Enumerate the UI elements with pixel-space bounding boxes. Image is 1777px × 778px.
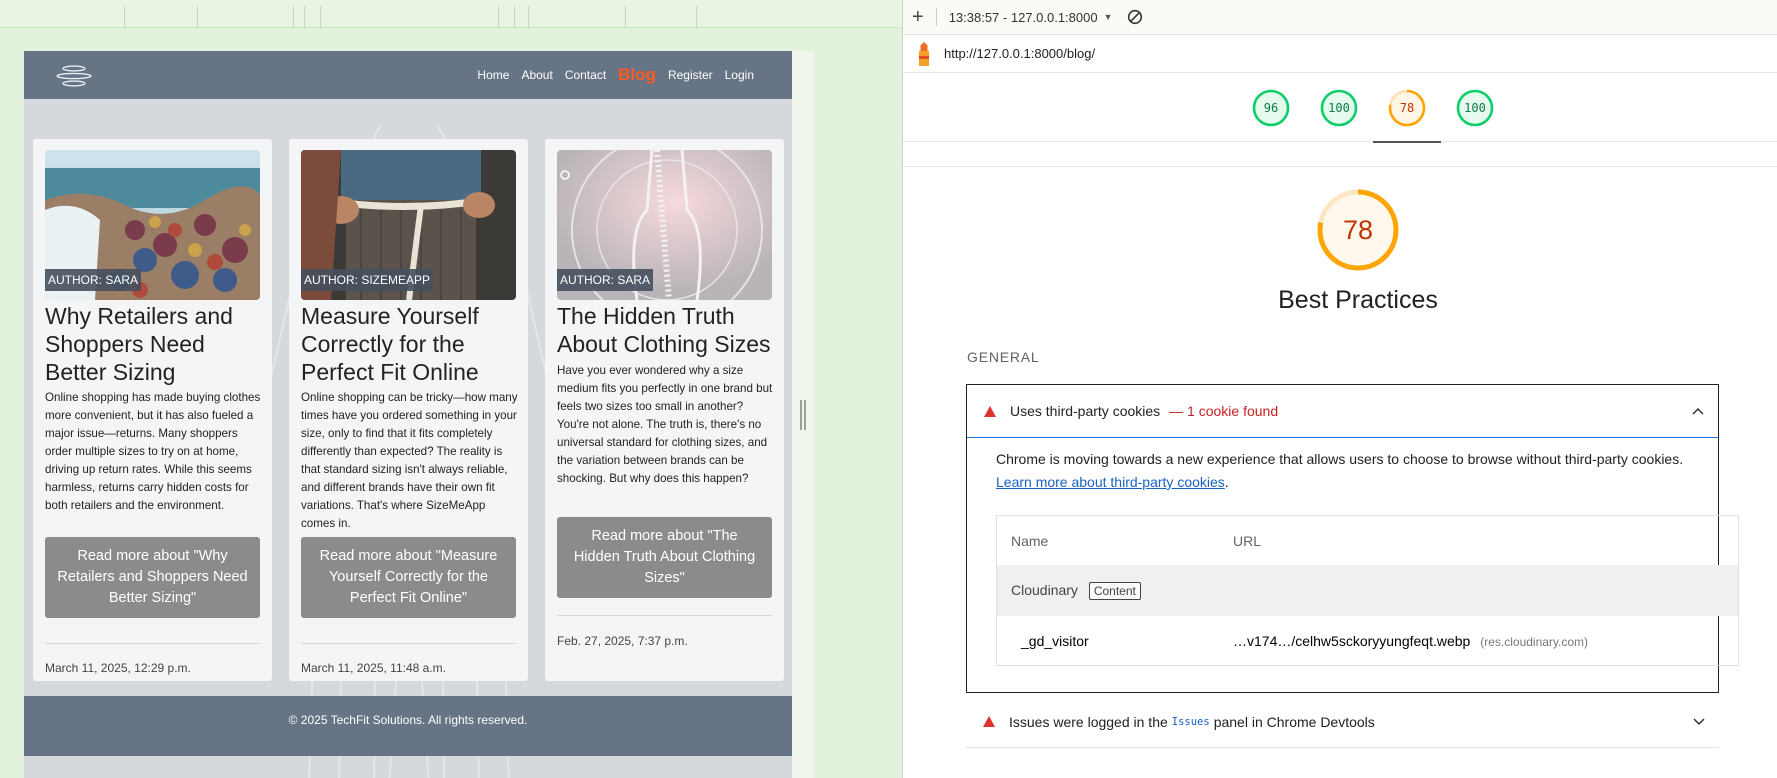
post-date: March 11, 2025, 11:48 a.m. [301,661,446,675]
blog-post-card: AUTHOR: SARA Why Retailers and Shoppers … [33,139,272,681]
punctuation: . [1224,474,1229,490]
clear-reports-icon[interactable] [1127,9,1143,25]
dropdown-arrow-icon: ▼ [1103,12,1113,22]
lighthouse-panel: + 13:38:57 - 127.0.0.1:8000 ▼ http://127… [902,0,1777,778]
nav-register-link[interactable]: Register [668,68,713,82]
nav-blog-link[interactable]: Blog [618,65,656,85]
cookie-name: _gd_visitor [1021,633,1089,649]
card-divider [45,643,260,644]
nav-home-link[interactable]: Home [477,68,509,82]
lighthouse-toolbar: + 13:38:57 - 127.0.0.1:8000 ▼ [903,0,1777,35]
chevron-down-icon[interactable] [1693,718,1705,726]
nav-contact-link[interactable]: Contact [565,68,606,82]
selected-tab-indicator [1373,141,1441,143]
post-title[interactable]: Measure Yourself Correctly for the Perfe… [301,302,519,386]
entity-group: Cloudinary Content [1011,582,1141,600]
table-row: _gd_visitor …v174…/celhw5sckoryyungfeqt.… [997,616,1738,666]
post-title[interactable]: Why Retailers and Shoppers Need Better S… [45,302,263,386]
gauge-score: 96 [1263,101,1279,115]
audit-display-value: — 1 cookie found [1169,403,1279,419]
device-ruler [0,0,902,28]
read-more-button[interactable]: Read more about "Why Retailers and Shopp… [45,537,260,618]
column-header-name: Name [1011,532,1049,549]
audit-description: Chrome is moving towards a new experienc… [996,448,1716,494]
cookie-origin: (res.cloudinary.com) [1480,635,1589,649]
card-divider [557,615,772,616]
gauge-score: 100 [1464,101,1486,115]
audit-description-text: Chrome is moving towards a new experienc… [996,451,1684,467]
post-author-badge: AUTHOR: SARA [557,269,654,291]
issues-panel-code: Issues [1171,715,1210,728]
card-divider [301,643,516,644]
audit-title-prefix: Issues were logged in the [1009,713,1168,730]
gauge-tab-best-practices[interactable]: 78 [1373,73,1441,143]
post-excerpt: Online shopping has made buying clothes … [45,391,261,512]
viewport-resize-handle[interactable] [800,400,806,430]
gauge-tab-seo[interactable]: 100 [1441,73,1509,142]
audit-group-label: GENERAL [967,349,1040,365]
gauge-score: 100 [1328,101,1350,115]
nav-login-link[interactable]: Login [725,68,754,82]
nav-links: Home About Contact Blog Register Login [477,51,754,99]
blog-post-card: AUTHOR: SIZEMEAPP Measure Yourself Corre… [289,139,528,681]
post-author-badge: AUTHOR: SIZEMEAPP [301,269,434,291]
post-author-badge: AUTHOR: SARA [45,269,142,291]
read-more-button[interactable]: Read more about "The Hidden Truth About … [557,517,772,598]
entity-category-badge: Content [1088,582,1141,600]
column-header-url: URL [1233,532,1262,549]
fail-triangle-icon [984,405,996,417]
read-more-button[interactable]: Read more about "Measure Yourself Correc… [301,537,516,618]
site-footer: © 2025 TechFit Solutions. All rights res… [24,696,792,756]
cookie-table: Name URL Cloudinary Content _gd_visitor … [996,515,1739,666]
table-entity-row: Cloudinary Content [997,566,1738,616]
nav-about-link[interactable]: About [521,68,552,82]
gauge-score: 78 [1399,101,1415,115]
audit-title: Uses third-party cookies [1010,403,1161,419]
audit-header[interactable]: Uses third-party cookies — 1 cookie foun… [967,385,1718,438]
cookie-url[interactable]: …v174…/celhw5sckoryyungfeqt.webp [1233,633,1470,649]
audit-third-party-cookies: Uses third-party cookies — 1 cookie foun… [966,384,1739,693]
page-viewport: Home About Contact Blog Register Login A… [24,51,792,778]
section-divider [903,166,1777,167]
post-date: Feb. 27, 2025, 7:37 p.m. [557,634,688,648]
cookie-url-cell: …v174…/celhw5sckoryyungfeqt.webp (res.cl… [1233,633,1588,649]
lighthouse-url-bar: http://127.0.0.1:8000/blog/ [903,35,1777,73]
category-title: Best Practices [1278,286,1438,314]
post-excerpt: Have you ever wondered why a size medium… [557,364,773,485]
new-report-icon[interactable]: + [912,7,924,27]
fail-triangle-icon [983,716,995,727]
score-gauge-tabs: 96 100 78 100 [903,73,1777,143]
entity-name: Cloudinary [1011,582,1078,598]
audited-url: http://127.0.0.1:8000/blog/ [944,46,1096,61]
site-navbar: Home About Contact Blog Register Login [24,51,792,99]
post-title[interactable]: The Hidden Truth About Clothing Sizes [557,302,775,358]
audit-issues-logged[interactable]: Issues were logged in the Issues panel i… [966,696,1719,748]
report-time: 13:38:57 - 127.0.0.1:8000 [948,9,1098,25]
gauge-tab-accessibility[interactable]: 100 [1305,73,1373,142]
audit-title-suffix: panel in Chrome Devtools [1213,713,1375,730]
category-score: 78 [1342,215,1374,245]
learn-more-link[interactable]: Learn more about third-party cookies [996,474,1225,490]
table-header-row: Name URL [997,516,1738,566]
blog-post-card: AUTHOR: SARA The Hidden Truth About Clot… [545,139,784,681]
lighthouse-logo-icon [919,41,929,66]
report-selector[interactable]: 13:38:57 - 127.0.0.1:8000 ▼ [949,10,1113,25]
device-emulation-pane: Home About Contact Blog Register Login A… [0,0,902,778]
gauge-tab-performance[interactable]: 96 [1237,73,1305,142]
hamburger-ellipse-logo-icon[interactable] [55,65,93,87]
post-excerpt: Online shopping can be tricky—how many t… [301,391,518,530]
chevron-up-icon[interactable] [1692,407,1704,415]
post-date: March 11, 2025, 12:29 p.m. [45,661,191,675]
